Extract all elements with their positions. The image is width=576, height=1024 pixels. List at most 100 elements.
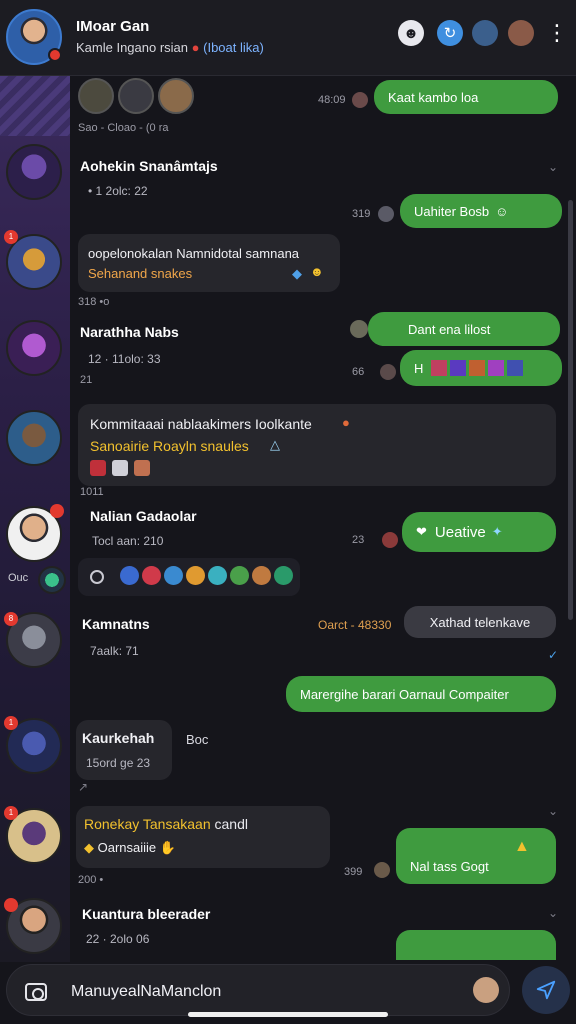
bell-icon: ▲ bbox=[514, 838, 530, 855]
reaction-icon[interactable] bbox=[164, 566, 183, 585]
group-member-avatar[interactable] bbox=[78, 78, 114, 114]
incoming-message[interactable]: Kaurkehah 15ord ge 23 bbox=[76, 720, 172, 780]
share-icon[interactable]: ↻ bbox=[437, 20, 463, 46]
group-member-avatar[interactable] bbox=[118, 78, 154, 114]
message-input[interactable]: ManuyealNaManclon bbox=[71, 983, 221, 1001]
unread-badge: 1 bbox=[4, 716, 18, 730]
outgoing-message[interactable]: Nal tass Gogt bbox=[396, 828, 556, 884]
heart-icon: ● bbox=[191, 40, 200, 55]
reaction-icon[interactable] bbox=[112, 460, 128, 476]
header-subtitle-text: Kamle Ingano rsian bbox=[76, 40, 189, 55]
incoming-message[interactable]: Kommitaaai nablaakimers Ioolkante ● Sano… bbox=[78, 404, 556, 486]
profile-icon[interactable] bbox=[508, 20, 534, 46]
chevron-down-icon[interactable]: ⌄ bbox=[548, 906, 558, 920]
contact-name[interactable]: Kamnatns bbox=[82, 616, 150, 632]
more-icon[interactable]: ⋮ bbox=[546, 22, 568, 48]
medal-icon: ◆ bbox=[84, 840, 94, 855]
contact-meta-text: Oarnsaiiie bbox=[97, 840, 157, 855]
contact-meta: ◆ Oarnsaiiie ✋ bbox=[84, 840, 176, 856]
avatar[interactable] bbox=[6, 410, 62, 466]
send-button[interactable] bbox=[522, 966, 570, 1014]
sidebar-top-art bbox=[0, 76, 70, 136]
message-time: 66 bbox=[352, 366, 365, 378]
scrollbar[interactable] bbox=[568, 200, 573, 620]
group-member-avatar[interactable] bbox=[158, 78, 194, 114]
reaction-icon[interactable] bbox=[230, 566, 249, 585]
outgoing-message[interactable]: Kaat kambo loa bbox=[374, 80, 558, 114]
contact-name[interactable]: Nalian Gadaolar bbox=[90, 508, 197, 524]
avatar[interactable] bbox=[6, 144, 62, 200]
message-time: Sao - Cloao - (0 ra bbox=[78, 122, 169, 134]
reaction-icon[interactable] bbox=[142, 566, 161, 585]
outgoing-message[interactable]: Dant ena lilost bbox=[368, 312, 560, 346]
avatar[interactable] bbox=[473, 977, 499, 1003]
contact-meta: Tocl aan: 210 bbox=[92, 534, 164, 548]
message-input-box[interactable]: ManuyealNaManclon bbox=[6, 964, 510, 1016]
message-time: 318 •o bbox=[78, 296, 110, 308]
read-receipt-avatar bbox=[382, 532, 398, 548]
outgoing-message[interactable]: Marergihe barari Oarnaul Compaiter bbox=[286, 676, 556, 712]
header-subtitle-accent: (Iboat lika) bbox=[203, 40, 264, 55]
contact-meta: • 1 2olc: 22 bbox=[88, 184, 148, 198]
emoji-icon: ☻ bbox=[310, 264, 324, 279]
outgoing-message[interactable]: Uahiter Bosb ☺ bbox=[400, 194, 562, 228]
outgoing-message[interactable]: H bbox=[400, 350, 562, 386]
reaction-icon[interactable] bbox=[90, 460, 106, 476]
header-title[interactable]: IMoar Gan bbox=[76, 18, 149, 35]
chevron-down-icon[interactable]: ⌄ bbox=[548, 160, 558, 174]
contact-name: Ronekay Tansakaan candl bbox=[84, 816, 248, 832]
outgoing-message-partial[interactable] bbox=[396, 930, 556, 960]
contact-meta: 7aalk: 71 bbox=[90, 644, 139, 658]
incoming-message[interactable]: Ronekay Tansakaan candl ◆ Oarnsaiiie ✋ bbox=[76, 806, 330, 868]
contact-meta: 22 · 2olo 06 bbox=[86, 932, 150, 946]
sparkle-icon: ✦ bbox=[491, 524, 503, 539]
sticker-icon bbox=[488, 360, 505, 376]
message-text: Ueative bbox=[434, 523, 486, 541]
message-extra: Boc bbox=[186, 732, 209, 747]
reaction-icon[interactable] bbox=[208, 566, 227, 585]
sticker-icon bbox=[450, 360, 467, 376]
read-receipt-avatar bbox=[350, 320, 368, 338]
camera-icon[interactable] bbox=[25, 983, 47, 1001]
reaction-icon[interactable] bbox=[252, 566, 271, 585]
contact-name[interactable]: Narathha Nabs bbox=[80, 324, 179, 340]
sticker-icon bbox=[431, 360, 448, 376]
unread-badge: 8 bbox=[4, 612, 18, 626]
emoji-icon: ✋ bbox=[159, 840, 176, 855]
home-indicator[interactable] bbox=[188, 1012, 388, 1017]
sidebar-label: Ouc bbox=[8, 572, 29, 584]
chat-header: IMoar Gan Kamle Ingano rsian ● (Iboat li… bbox=[0, 0, 576, 76]
message-time: 200 • bbox=[78, 874, 104, 886]
reply-icon[interactable]: ↗ bbox=[78, 780, 88, 794]
incoming-message[interactable]: Xathad telenkave bbox=[404, 606, 556, 638]
user-plus-icon[interactable] bbox=[472, 20, 498, 46]
reaction-icon[interactable] bbox=[120, 566, 139, 585]
message-time: 1011 bbox=[80, 486, 104, 498]
header-subtitle: Kamle Ingano rsian ● (Iboat lika) bbox=[76, 40, 264, 55]
add-reaction-icon[interactable] bbox=[90, 570, 104, 584]
reaction-icon[interactable] bbox=[186, 566, 205, 585]
contact-name[interactable]: Aohekin Snanâmtajs bbox=[80, 158, 218, 174]
message-text: Dant ena lilost bbox=[408, 321, 491, 337]
flask-icon: △ bbox=[270, 437, 280, 452]
reaction-icon[interactable] bbox=[274, 566, 293, 585]
status-avatar[interactable] bbox=[38, 566, 66, 594]
message-text: Kommitaaai nablaakimers Ioolkante bbox=[90, 416, 312, 432]
message-text: H bbox=[414, 360, 424, 376]
outgoing-message[interactable]: ❤ Ueative ✦ bbox=[402, 512, 556, 552]
send-icon bbox=[536, 980, 556, 1000]
message-text: oopelonokalan Namnidotal samnana bbox=[88, 246, 300, 261]
message-time: 48:09 bbox=[318, 94, 346, 106]
read-receipt-avatar bbox=[380, 364, 396, 380]
avatar[interactable] bbox=[6, 320, 62, 376]
incoming-message[interactable]: oopelonokalan Namnidotal samnana Sehanan… bbox=[78, 234, 340, 292]
contact-meta: 15ord ge 23 bbox=[86, 756, 151, 770]
message-text: Xathad telenkave bbox=[429, 614, 531, 630]
reaction-icon[interactable] bbox=[134, 460, 150, 476]
chevron-down-icon[interactable]: ⌄ bbox=[548, 804, 558, 818]
unread-badge: 1 bbox=[4, 230, 18, 244]
ghost-icon[interactable]: ☻ bbox=[398, 20, 424, 46]
message-subtext: Sanoairie Roayln snaules bbox=[90, 438, 249, 454]
contact-name[interactable]: Kuantura bleerader bbox=[82, 906, 210, 922]
read-receipt-avatar bbox=[352, 92, 368, 108]
